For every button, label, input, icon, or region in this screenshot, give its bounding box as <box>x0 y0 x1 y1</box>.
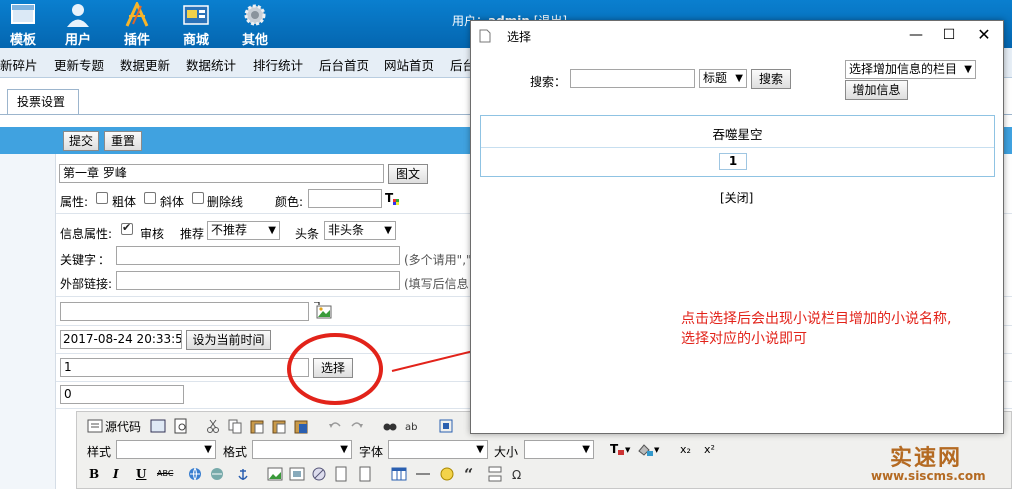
search-label: 搜索： <box>530 75 567 89</box>
cut-icon[interactable] <box>205 418 221 434</box>
result-divider <box>481 147 994 148</box>
pagination-page[interactable]: 1 <box>719 153 747 170</box>
preview-icon[interactable] <box>150 418 166 434</box>
result-list: 吞噬星空 1 <box>480 115 995 177</box>
replace-icon[interactable]: ab <box>404 418 420 434</box>
document-icon <box>479 29 491 43</box>
dialog-titlebar[interactable]: 选择 — ☐ ✕ <box>471 21 1003 51</box>
font-label: 字体 <box>359 445 384 459</box>
category-select[interactable]: 选择增加信息的栏目 ▼ <box>845 60 976 79</box>
svg-text:T: T <box>610 442 619 456</box>
redo-icon[interactable] <box>349 418 365 434</box>
media-icon[interactable] <box>311 466 327 482</box>
flash-icon[interactable] <box>289 466 305 482</box>
chevron-down-icon: ▼ <box>582 444 590 455</box>
search-field-select[interactable]: 标题 ▼ <box>699 69 747 88</box>
search-field-value: 标题 <box>703 71 728 85</box>
unlink-icon[interactable] <box>209 466 225 482</box>
search-button[interactable]: 搜索 <box>751 69 791 89</box>
watermark-brand: 实速网 <box>890 446 963 471</box>
chevron-down-icon: ▼ <box>735 73 743 84</box>
svg-text:Ω: Ω <box>512 468 521 482</box>
undo-icon[interactable] <box>327 418 343 434</box>
annotation-line-1: 点击选择后会出现小说栏目增加的小说名称, <box>681 311 952 327</box>
svg-text:ab: ab <box>405 422 417 433</box>
image-icon[interactable] <box>267 466 283 482</box>
svg-text:▼: ▼ <box>625 446 631 454</box>
strikethrough-button[interactable]: ABC <box>157 469 173 478</box>
select-all-icon[interactable] <box>438 418 454 434</box>
maximize-icon[interactable]: ☐ <box>939 25 959 45</box>
chevron-down-icon: ▼ <box>964 64 972 75</box>
style-label: 样式 <box>87 445 112 459</box>
paste-word-icon[interactable] <box>293 418 309 434</box>
highlight-circle <box>287 333 383 405</box>
category-value: 选择增加信息的栏目 <box>849 62 958 76</box>
print-preview-icon[interactable] <box>173 418 189 434</box>
horizontal-rule-icon[interactable] <box>415 466 431 482</box>
find-icon[interactable] <box>382 418 398 434</box>
text-color-icon[interactable]: T ▼ <box>609 441 631 457</box>
svg-text:▼: ▼ <box>654 446 660 454</box>
page-icon[interactable] <box>357 466 373 482</box>
subscript-button[interactable]: x₂ <box>680 443 691 456</box>
source-code-icon[interactable] <box>87 418 103 434</box>
format-select[interactable]: ▼ <box>252 440 352 459</box>
quote-icon[interactable]: “ <box>463 466 479 482</box>
font-select[interactable]: ▼ <box>388 440 488 459</box>
close-icon[interactable]: ✕ <box>974 25 994 45</box>
size-label: 大小 <box>494 445 519 459</box>
anchor-icon[interactable] <box>235 466 251 482</box>
close-link[interactable]: [关闭] <box>720 189 753 206</box>
table-icon[interactable] <box>391 466 407 482</box>
format-label: 格式 <box>223 445 248 459</box>
result-item-novel[interactable]: 吞噬星空 <box>481 124 994 143</box>
special-char-icon[interactable]: Ω <box>511 466 527 482</box>
background-color-icon[interactable]: ▼ <box>637 441 661 457</box>
copy-icon[interactable] <box>227 418 243 434</box>
chevron-down-icon: ▼ <box>204 444 212 455</box>
italic-button[interactable]: I <box>113 467 119 481</box>
chevron-down-icon: ▼ <box>476 444 484 455</box>
watermark-url: www.siscms.com <box>871 469 986 483</box>
style-select[interactable]: ▼ <box>116 440 216 459</box>
source-code-label[interactable]: 源代码 <box>105 418 141 435</box>
smiley-icon[interactable] <box>439 466 455 482</box>
annotation-text: 点击选择后会出现小说栏目增加的小说名称, 选择对应的小说即可 <box>681 309 951 349</box>
add-info-button[interactable]: 增加信息 <box>845 80 908 100</box>
dialog-title: 选择 <box>507 30 532 44</box>
search-input[interactable] <box>570 69 695 88</box>
minimize-icon[interactable]: — <box>906 25 926 45</box>
paste-icon[interactable] <box>249 418 265 434</box>
page-break-icon[interactable] <box>487 466 503 482</box>
superscript-button[interactable]: x² <box>704 443 715 456</box>
size-select[interactable]: ▼ <box>524 440 594 459</box>
chevron-down-icon: ▼ <box>340 444 348 455</box>
select-dialog: 选择 — ☐ ✕ 搜索： 标题 ▼ 搜索 选择增加信息的栏目 ▼ 增加信息 吞噬星空… <box>470 20 1004 434</box>
file-icon[interactable] <box>333 466 349 482</box>
svg-text:“: “ <box>464 466 473 482</box>
annotation-line-2: 选择对应的小说即可 <box>681 331 807 347</box>
link-icon[interactable] <box>187 466 203 482</box>
underline-button[interactable]: U <box>136 467 146 481</box>
bold-button[interactable]: B <box>89 467 99 481</box>
paste-text-icon[interactable] <box>271 418 287 434</box>
